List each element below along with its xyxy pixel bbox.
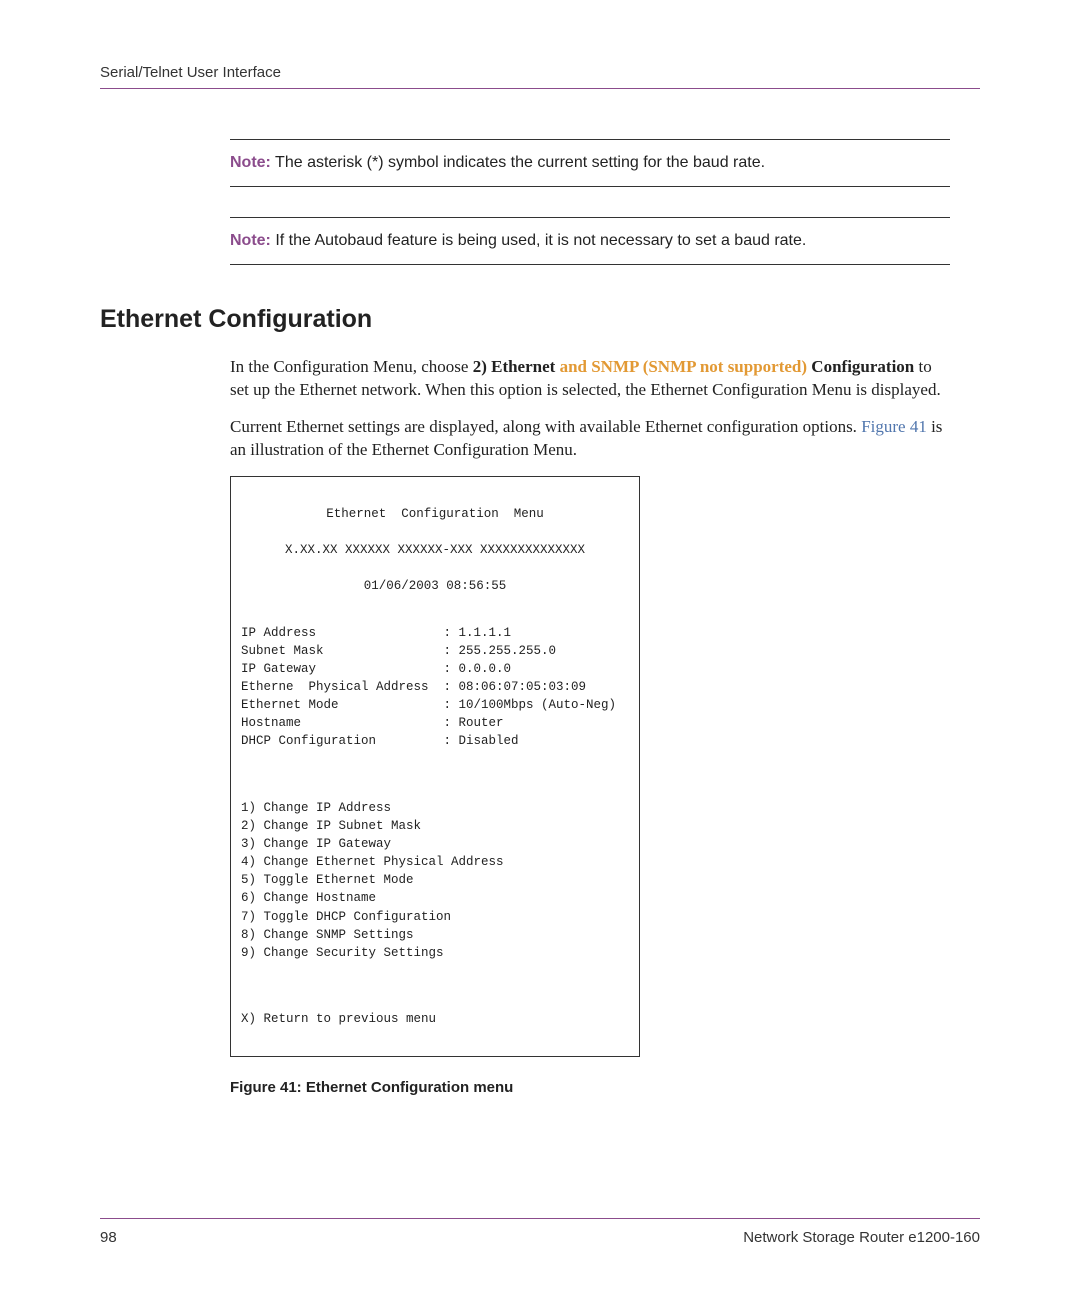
note-label: Note: [230,232,271,249]
para1-pre: In the Configuration Menu, choose [230,357,473,376]
para1-amber: and SNMP (SNMP not supported) [560,357,812,376]
note-text-1: The asterisk (*) symbol indicates the cu… [271,154,765,171]
page-footer: 98 Network Storage Router e1200-160 [100,1218,980,1246]
terminal-setting-row: IP Address : 1.1.1.1 [241,624,629,642]
terminal-option-row: 6) Change Hostname [241,889,629,907]
terminal-option-row: 4) Change Ethernet Physical Address [241,853,629,871]
note-block-1: Note: The asterisk (*) symbol indicates … [230,139,950,187]
para1-bold2: Configuration [811,357,914,376]
terminal-option-row: 1) Change IP Address [241,799,629,817]
terminal-datetime: 01/06/2003 08:56:55 [241,577,629,595]
terminal-return: X) Return to previous menu [241,1010,629,1028]
figure-link[interactable]: Figure 41 [861,417,927,436]
page-number: 98 [100,1229,117,1246]
terminal-options: 1) Change IP Address2) Change IP Subnet … [241,799,629,962]
breadcrumb: Serial/Telnet User Interface [100,64,281,81]
terminal-menu: Ethernet Configuration Menu X.XX.XX XXXX… [230,476,640,1058]
terminal-settings: IP Address : 1.1.1.1Subnet Mask : 255.25… [241,624,629,751]
figure-caption: Figure 41: Ethernet Configuration menu [230,1079,980,1096]
page-header: Serial/Telnet User Interface [100,64,980,89]
terminal-option-row: 7) Toggle DHCP Configuration [241,908,629,926]
terminal-option-row: 8) Change SNMP Settings [241,926,629,944]
doc-title: Network Storage Router e1200-160 [743,1229,980,1246]
terminal-option-row: 3) Change IP Gateway [241,835,629,853]
terminal-setting-row: Ethernet Mode : 10/100Mbps (Auto-Neg) [241,696,629,714]
terminal-setting-row: Etherne Physical Address : 08:06:07:05:0… [241,678,629,696]
terminal-setting-row: IP Gateway : 0.0.0.0 [241,660,629,678]
terminal-setting-row: Subnet Mask : 255.255.255.0 [241,642,629,660]
paragraph-1: In the Configuration Menu, choose 2) Eth… [230,356,950,402]
terminal-option-row: 9) Change Security Settings [241,944,629,962]
terminal-setting-row: DHCP Configuration : Disabled [241,732,629,750]
terminal-option-row: 2) Change IP Subnet Mask [241,817,629,835]
terminal-setting-row: Hostname : Router [241,714,629,732]
terminal-version: X.XX.XX XXXXXX XXXXXX-XXX XXXXXXXXXXXXXX [241,541,629,559]
note-block-2: Note: If the Autobaud feature is being u… [230,217,950,265]
section-heading: Ethernet Configuration [100,305,980,334]
note-label: Note: [230,154,271,171]
paragraph-2: Current Ethernet settings are displayed,… [230,416,950,462]
para2-pre: Current Ethernet settings are displayed,… [230,417,861,436]
para1-bold1: 2) Ethernet [473,357,560,376]
terminal-option-row: 5) Toggle Ethernet Mode [241,871,629,889]
terminal-title: Ethernet Configuration Menu [241,505,629,523]
note-text-2: If the Autobaud feature is being used, i… [271,232,806,249]
